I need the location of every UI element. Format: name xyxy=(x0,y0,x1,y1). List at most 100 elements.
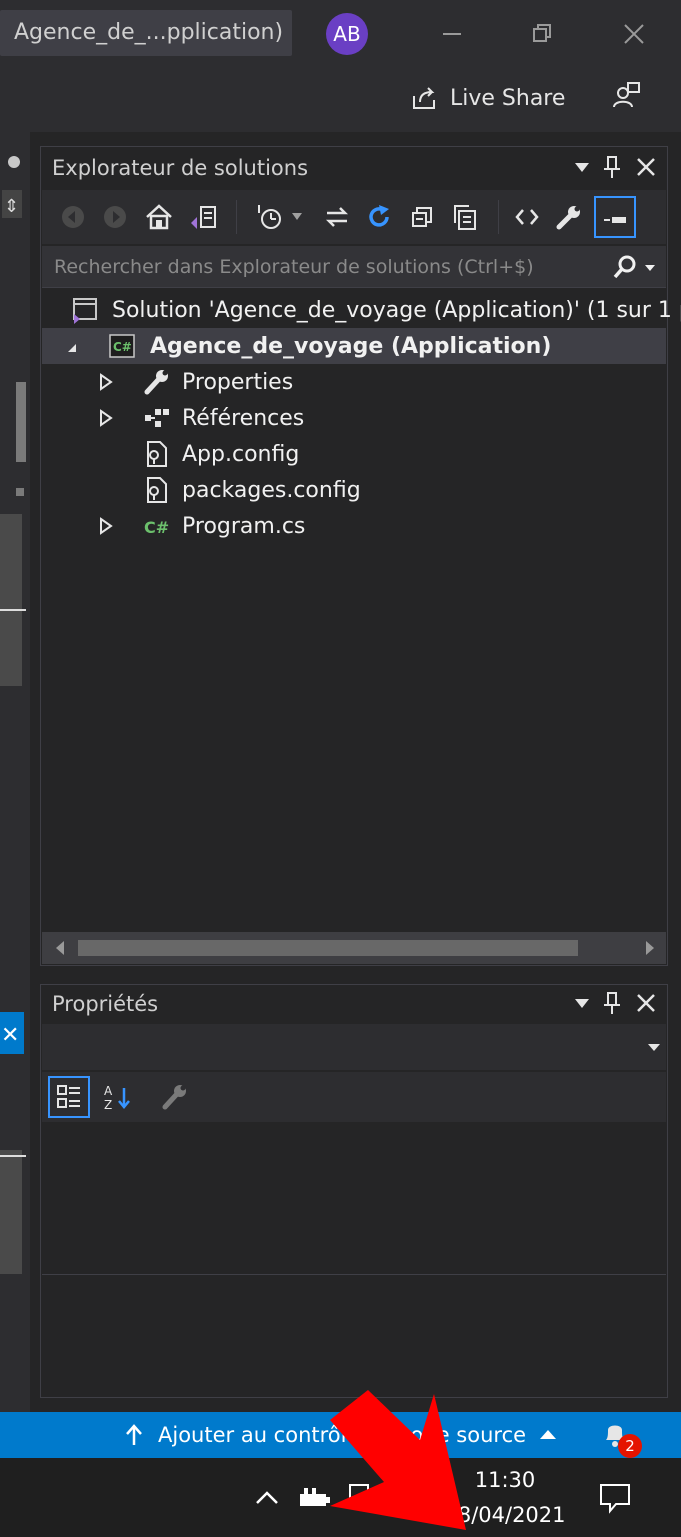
caret-up-icon xyxy=(540,1430,557,1439)
wrench-icon xyxy=(144,370,168,395)
properties-button[interactable] xyxy=(552,200,586,234)
config-file-icon xyxy=(147,477,167,503)
scroll-right-icon[interactable] xyxy=(640,932,660,964)
battery-button[interactable] xyxy=(296,1478,334,1518)
scrollbar-thumb[interactable] xyxy=(78,940,578,956)
expand-arrow-icon[interactable] xyxy=(98,517,114,535)
csharp-file-icon: C# xyxy=(144,518,169,537)
alphabetical-button[interactable]: AZ xyxy=(96,1076,138,1118)
feedback-button[interactable] xyxy=(604,76,648,116)
close-icon xyxy=(624,24,644,44)
collapse-all-icon xyxy=(412,207,432,227)
collapse-all-button[interactable] xyxy=(406,200,440,234)
panel-menu-dropdown[interactable] xyxy=(570,154,594,182)
restore-icon xyxy=(533,24,551,42)
dropdown-arrow-icon xyxy=(648,1044,660,1051)
pin-button[interactable] xyxy=(600,988,624,1018)
minimize-button[interactable] xyxy=(430,12,474,56)
horizontal-scrollbar[interactable] xyxy=(42,932,666,964)
show-all-files-icon xyxy=(454,205,476,230)
tree-item-solution[interactable]: Solution 'Agence_de_voyage (Application)… xyxy=(70,292,681,328)
svg-text:C#: C# xyxy=(113,340,132,354)
svg-text:A: A xyxy=(104,1084,113,1098)
expand-arrow-icon[interactable] xyxy=(98,409,114,427)
tree-item-project[interactable]: C# Agence_de_voyage (Application) xyxy=(42,328,666,364)
close-panel-button[interactable] xyxy=(632,988,660,1018)
svg-text:Z: Z xyxy=(104,1098,112,1112)
show-hidden-icons-button[interactable] xyxy=(250,1478,284,1518)
tree-item-packages-config[interactable]: packages.config xyxy=(142,472,361,508)
close-icon xyxy=(637,158,655,176)
close-icon xyxy=(637,994,655,1012)
toolbar-separator xyxy=(236,200,237,234)
minimize-icon xyxy=(443,33,461,35)
back-arrow-icon xyxy=(62,206,84,228)
live-share-button[interactable]: Live Share xyxy=(410,78,565,118)
pin-button[interactable] xyxy=(600,152,624,182)
red-pointer-arrow xyxy=(330,1390,466,1530)
svg-text:✕: ✕ xyxy=(1,1023,19,1048)
object-selector-dropdown[interactable] xyxy=(42,1024,666,1070)
wrench-icon xyxy=(162,1085,186,1110)
forward-button[interactable] xyxy=(100,202,130,232)
pending-changes-filter-button[interactable] xyxy=(252,200,286,234)
tree-item-references[interactable]: Références xyxy=(98,400,304,436)
left-dock-strip: ⇕ ✕ xyxy=(0,132,30,1412)
refresh-button[interactable] xyxy=(362,200,396,234)
filter-dropdown[interactable] xyxy=(290,210,304,224)
svg-text:C#: C# xyxy=(144,518,169,537)
sync-arrows-icon xyxy=(325,207,349,227)
notification-count-badge: 2 xyxy=(618,1434,642,1458)
categorized-button[interactable] xyxy=(48,1076,90,1118)
tree-item-properties[interactable]: Properties xyxy=(98,364,293,400)
collapse-arrow-icon[interactable] xyxy=(42,336,82,356)
property-pages-button[interactable] xyxy=(154,1076,196,1118)
home-icon xyxy=(146,204,172,230)
restore-button[interactable] xyxy=(520,12,564,56)
search-icon xyxy=(613,255,655,279)
property-grid xyxy=(42,1124,666,1275)
refresh-icon xyxy=(369,205,389,227)
live-share-label: Live Share xyxy=(450,85,566,111)
home-button[interactable] xyxy=(142,200,176,234)
view-code-button[interactable] xyxy=(510,200,544,234)
pin-icon xyxy=(604,992,620,1014)
tree-item-label: Properties xyxy=(182,369,294,395)
left-dock-artifacts: ⇕ ✕ xyxy=(0,156,26,1274)
back-button[interactable] xyxy=(58,202,88,232)
solution-explorer-search-input[interactable]: Rechercher dans Explorateur de solutions… xyxy=(42,246,666,288)
feedback-icon xyxy=(613,82,640,108)
tree-item-program-cs[interactable]: C# Program.cs xyxy=(98,508,305,544)
dropdown-arrow-icon xyxy=(575,999,589,1008)
vs-views-icon xyxy=(191,206,216,229)
sort-alphabetical-icon: AZ xyxy=(104,1084,130,1112)
arrow-up-icon xyxy=(126,1424,142,1445)
close-panel-button[interactable] xyxy=(632,152,660,182)
sync-with-active-document-button[interactable] xyxy=(320,200,354,234)
panel-menu-dropdown[interactable] xyxy=(570,990,594,1018)
categorized-icon xyxy=(57,1085,80,1108)
expand-arrow-icon[interactable] xyxy=(98,373,114,391)
user-avatar[interactable]: AB xyxy=(326,13,368,55)
notifications-button[interactable]: 2 xyxy=(600,1418,644,1458)
tree-item-label: Program.cs xyxy=(182,513,306,539)
tree-item-app-config[interactable]: App.config xyxy=(142,436,299,472)
tree-item-label: Agence_de_voyage (Application) xyxy=(150,333,552,359)
show-all-files-button[interactable] xyxy=(448,200,482,234)
svg-text:⇕: ⇕ xyxy=(4,196,19,217)
action-center-button[interactable] xyxy=(590,1476,640,1520)
references-icon xyxy=(145,409,169,427)
close-window-button[interactable] xyxy=(612,12,656,56)
preview-pane-icon xyxy=(604,217,626,223)
dropdown-arrow-icon xyxy=(292,213,302,220)
window-title-tab[interactable]: Agence_de_...pplication) xyxy=(0,10,292,56)
search-options-button[interactable] xyxy=(606,250,658,284)
command-bar xyxy=(0,70,681,132)
scroll-left-icon[interactable] xyxy=(50,932,70,964)
preview-selected-items-button[interactable] xyxy=(594,196,636,238)
history-clock-icon xyxy=(258,205,281,229)
wrench-icon xyxy=(556,206,580,230)
switch-views-button[interactable] xyxy=(186,200,220,234)
tree-item-label: Solution 'Agence_de_voyage (Application)… xyxy=(112,297,681,323)
battery-plug-icon xyxy=(300,1488,330,1506)
